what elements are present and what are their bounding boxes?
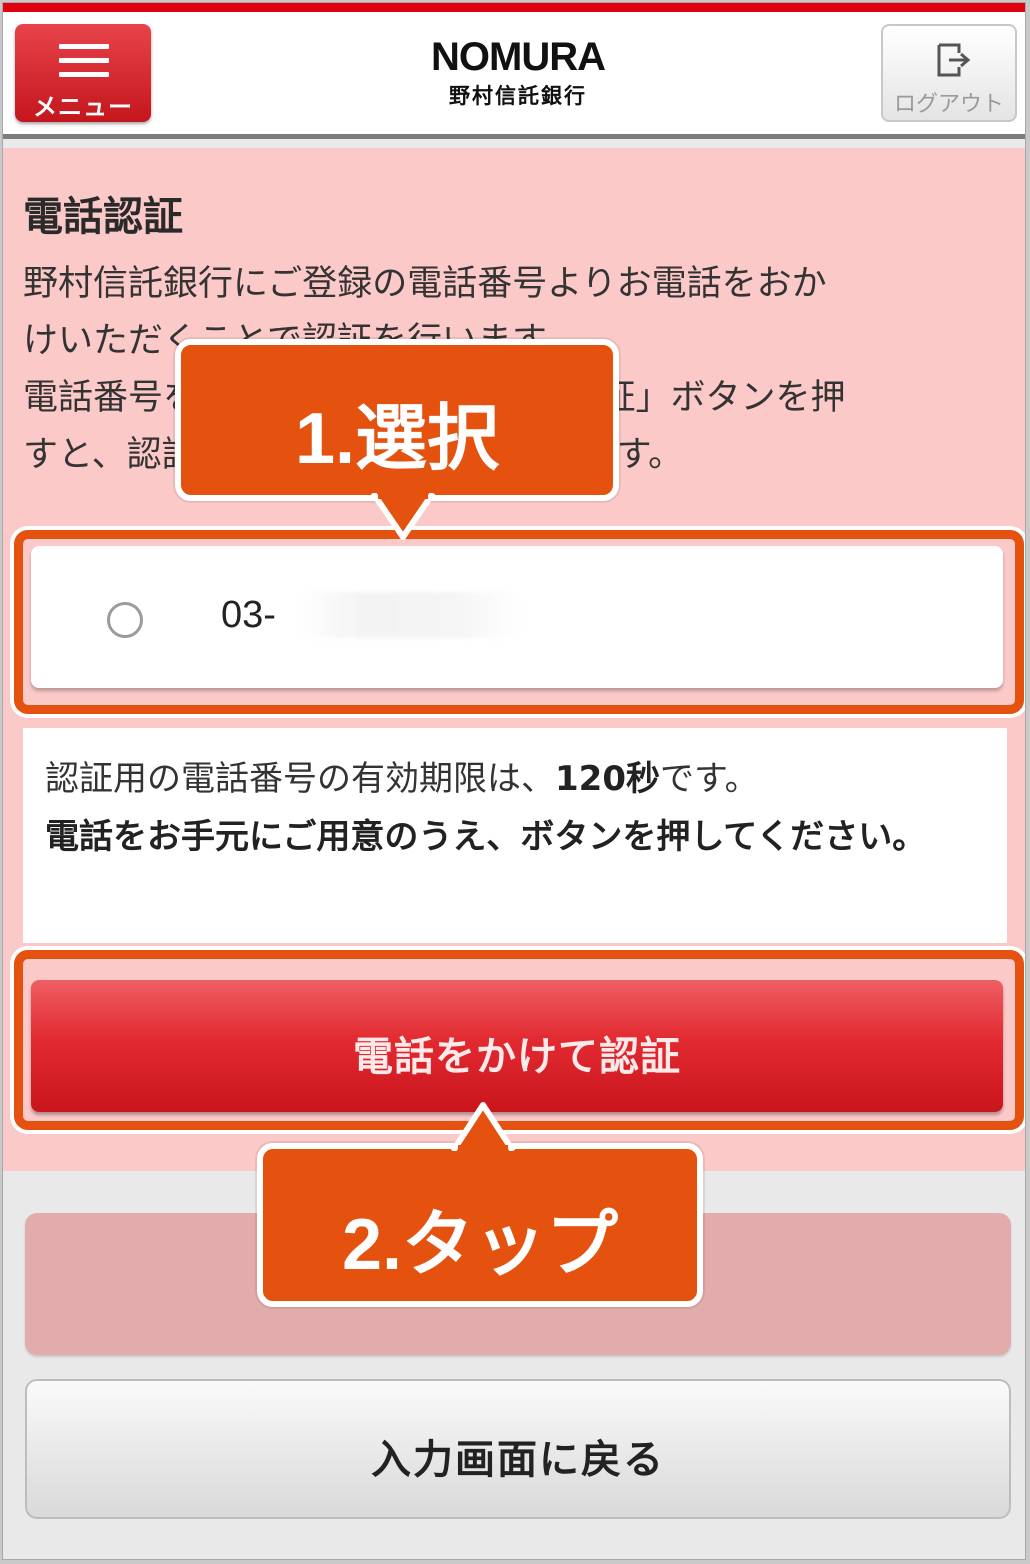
logout-button[interactable]: ログアウト [881, 24, 1017, 122]
logout-button-label: ログアウト [893, 92, 1004, 117]
callout-step2: 2.タップ [257, 1143, 703, 1307]
header: メニュー NOMURA 野村信託銀行 ログアウト [3, 12, 1025, 139]
menu-button[interactable]: メニュー [15, 24, 151, 122]
back-to-input-button[interactable]: 入力画面に戻る [25, 1379, 1011, 1519]
brand-subtitle: 野村信託銀行 [449, 84, 587, 108]
logout-icon [937, 43, 971, 77]
top-accent-bar [3, 3, 1025, 12]
notice-text: 認証用の電話番号の有効期限は、120秒です。電話をお手元にご用意のうえ、ボタンを… [45, 750, 985, 866]
callout-step1-text: 1.選択 [294, 399, 500, 479]
callout-step2-text: 2.タップ [341, 1205, 619, 1285]
app-frame: メニュー NOMURA 野村信託銀行 ログアウト 電話認証 野村信託銀行にご登録… [2, 2, 1026, 1560]
callout-step1: 1.選択 [175, 339, 619, 501]
description-line: 野村信託銀行にご登録の電話番号よりお電話をおか [23, 264, 827, 304]
notice-line1-post: です。 [659, 759, 759, 799]
section-title: 電話認証 [23, 194, 183, 240]
notice-line1-pre: 認証用の電話番号の有効期限は、 [45, 759, 555, 799]
callout-step1-pointer [371, 493, 435, 540]
hamburger-icon [59, 44, 109, 78]
notice-expiry: 120秒 [555, 759, 660, 799]
notice-box: 認証用の電話番号の有効期限は、120秒です。電話をお手元にご用意のうえ、ボタンを… [23, 728, 1007, 943]
brand-name: NOMURA [431, 35, 606, 79]
callout-step2-pointer [451, 1102, 515, 1151]
highlight-box-step1 [14, 530, 1024, 714]
notice-instruction: 電話をお手元にご用意のうえ、ボタンを押してください。 [45, 817, 927, 857]
menu-button-label: メニュー [33, 93, 133, 121]
back-button-label: 入力画面に戻る [371, 1437, 665, 1483]
brand-logo: NOMURA 野村信託銀行 [383, 36, 653, 110]
highlight-box-step2 [14, 950, 1024, 1130]
